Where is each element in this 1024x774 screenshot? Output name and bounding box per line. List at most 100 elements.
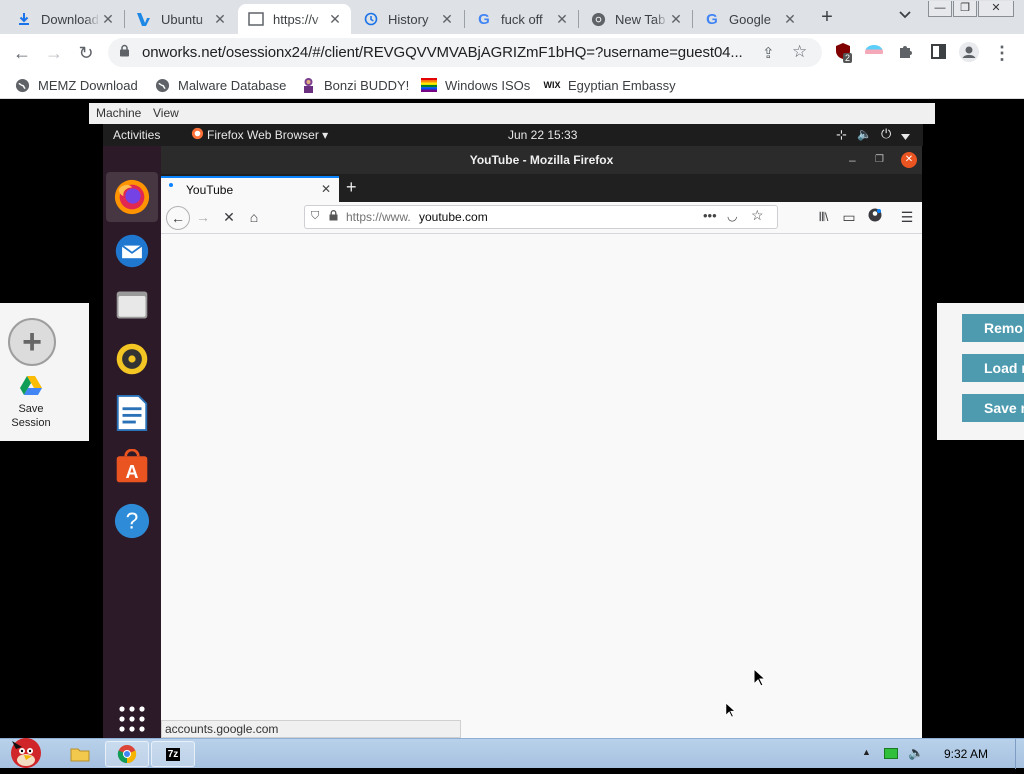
explorer-taskbar-button[interactable] (58, 741, 102, 767)
close-tab-icon[interactable]: ✕ (327, 11, 343, 28)
thunderbird-icon[interactable] (111, 230, 153, 272)
writer-icon[interactable] (111, 392, 153, 434)
ubuntu-desktop: Activities Firefox Web Browser ▾ Jun 22 … (103, 124, 923, 738)
firefox-window: YouTube - Mozilla Firefox – ❐ ✕ YouTube … (161, 146, 922, 738)
library-icon[interactable]: 𝄃𝄃\ (815, 208, 833, 226)
network-icon[interactable]: ⊹ (836, 127, 847, 143)
hamburger-menu-icon[interactable]: ☰ (898, 208, 916, 226)
rhythmbox-icon[interactable] (111, 338, 153, 380)
add-button[interactable]: + (8, 318, 56, 366)
window-title: YouTube - Mozilla Firefox (469, 153, 614, 167)
power-icon[interactable]: ⏻ (881, 126, 891, 142)
ff-close-tab-icon[interactable]: ✕ (321, 182, 331, 196)
close-tab-icon[interactable]: ✕ (554, 11, 570, 28)
save-button[interactable]: Save r (962, 394, 1024, 422)
restore-button[interactable]: ❐ (953, 1, 977, 17)
ublock-extension-icon[interactable]: 2 (835, 42, 855, 64)
tab-google[interactable]: G Google ✕ (694, 4, 806, 34)
machine-menu[interactable]: Machine (96, 106, 141, 120)
new-tab-button[interactable]: + (815, 6, 839, 28)
software-icon[interactable]: A (111, 446, 153, 488)
start-button[interactable] (2, 731, 50, 769)
sidebar-icon[interactable]: ▭ (840, 208, 858, 226)
taskbar-clock[interactable]: 9:32 AM (944, 747, 988, 761)
load-button[interactable]: Load r (962, 354, 1024, 382)
bookmark-star-icon[interactable]: ☆ (792, 42, 807, 62)
close-tab-icon[interactable]: ✕ (212, 11, 228, 28)
tray-expand-icon[interactable]: ▲ (862, 747, 871, 757)
close-tab-icon[interactable]: ✕ (439, 11, 455, 28)
app-menu[interactable]: Firefox Web Browser ▾ (207, 128, 328, 142)
view-menu[interactable]: View (153, 106, 179, 120)
tab-search-button[interactable] (895, 8, 915, 26)
trans-flag-extension-icon[interactable] (865, 45, 883, 59)
chrome-menu-icon[interactable]: ⋮ (991, 42, 1013, 64)
page-actions-icon[interactable]: ••• (703, 208, 717, 223)
extensions-puzzle-icon[interactable] (895, 42, 917, 64)
bookmark-memz-download[interactable]: MEMZ Download (14, 76, 138, 94)
system-menu-chevron-icon[interactable] (901, 129, 910, 143)
extension-badge: 2 (843, 53, 853, 63)
app-grid-icon[interactable] (111, 698, 153, 738)
tab-active-page[interactable]: https://v ✕ (238, 4, 351, 34)
ff-url-bar[interactable]: ⛉ https://www. youtube.com ••• ◡ ☆ (304, 205, 778, 229)
minimize-button[interactable]: — (928, 1, 952, 17)
ubuntu-clock[interactable]: Jun 22 15:33 (508, 128, 577, 142)
activities-button[interactable]: Activities (113, 128, 160, 142)
speaker-tray-icon[interactable]: 🔈 (908, 745, 924, 761)
battery-tray-icon[interactable] (884, 748, 898, 759)
ff-close-button[interactable]: ✕ (901, 152, 917, 168)
address-bar[interactable]: onworks.net/osessionx24/#/client/REVGQVV… (108, 38, 822, 67)
bookmark-malware-database[interactable]: Malware Database (154, 76, 286, 94)
close-tab-icon[interactable]: ✕ (100, 11, 116, 28)
ff-stop-icon[interactable]: ✕ (220, 208, 238, 226)
page-content-area[interactable] (161, 235, 922, 720)
7zip-icon: 7z (165, 747, 181, 761)
ff-forward-icon[interactable]: → (194, 208, 212, 226)
close-tab-icon[interactable]: ✕ (782, 11, 798, 28)
tab-history[interactable]: History ✕ (353, 4, 463, 34)
tab-separator (464, 10, 465, 28)
ff-new-tab-button[interactable]: + (346, 177, 357, 198)
remove-button[interactable]: Remo (962, 314, 1024, 342)
tab-ubuntu[interactable]: Ubuntu ✕ (126, 4, 236, 34)
account-icon[interactable] (866, 208, 884, 226)
help-icon[interactable]: ? (111, 500, 153, 542)
side-panel-icon[interactable] (927, 42, 949, 64)
back-arrow-icon[interactable]: ← (11, 42, 33, 64)
ff-home-icon[interactable]: ⌂ (245, 208, 263, 226)
session-right-panel: Remo Load r Save r (937, 303, 1024, 440)
bookmark-egyptian-embassy[interactable]: WIX Egyptian Embassy (544, 76, 676, 94)
globe-icon (14, 77, 30, 93)
bookmarks-bar: MEMZ Download Malware Database Bonzi BUD… (0, 71, 1024, 99)
firefox-small-icon (191, 127, 204, 143)
tab-title: fuck off (501, 11, 543, 27)
chrome-taskbar-button[interactable] (105, 741, 149, 767)
close-window-button[interactable]: ✕ (978, 1, 1014, 17)
forward-arrow-icon[interactable]: → (43, 42, 65, 64)
show-desktop-button[interactable] (1015, 739, 1024, 769)
shield-icon[interactable]: ⛉ (311, 210, 319, 223)
tab-downloads[interactable]: Downloads ✕ (6, 4, 124, 34)
save-session-button[interactable]: Save Session (8, 375, 54, 435)
profile-avatar-icon[interactable] (958, 42, 980, 64)
bookmark-bonzi-buddy[interactable]: Bonzi BUDDY! (300, 76, 409, 94)
tab-title: Downloads (41, 11, 100, 27)
close-tab-icon[interactable]: ✕ (668, 11, 684, 28)
bookmark-windows-isos[interactable]: Windows ISOs (421, 76, 530, 94)
ff-minimize-button[interactable]: – (849, 146, 856, 174)
ff-back-icon[interactable]: ← (166, 206, 190, 230)
volume-icon[interactable]: 🔈 (857, 127, 872, 141)
ff-maximize-button[interactable]: ❐ (875, 146, 884, 174)
tab-google-search[interactable]: G fuck off ✕ (466, 4, 578, 34)
7zip-taskbar-button[interactable]: 7z (151, 741, 195, 767)
pocket-icon[interactable]: ◡ (727, 209, 737, 223)
files-icon[interactable] (111, 284, 153, 326)
firefox-tab-youtube[interactable]: YouTube ✕ (161, 176, 339, 202)
reload-icon[interactable]: ↻ (75, 42, 97, 64)
firefox-icon[interactable] (111, 176, 153, 218)
tab-new-tab[interactable]: New Tab ✕ (580, 4, 692, 34)
ff-bookmark-star-icon[interactable]: ☆ (751, 207, 764, 224)
mouse-cursor-icon (753, 668, 765, 687)
share-icon[interactable]: ⇪ (762, 44, 775, 62)
